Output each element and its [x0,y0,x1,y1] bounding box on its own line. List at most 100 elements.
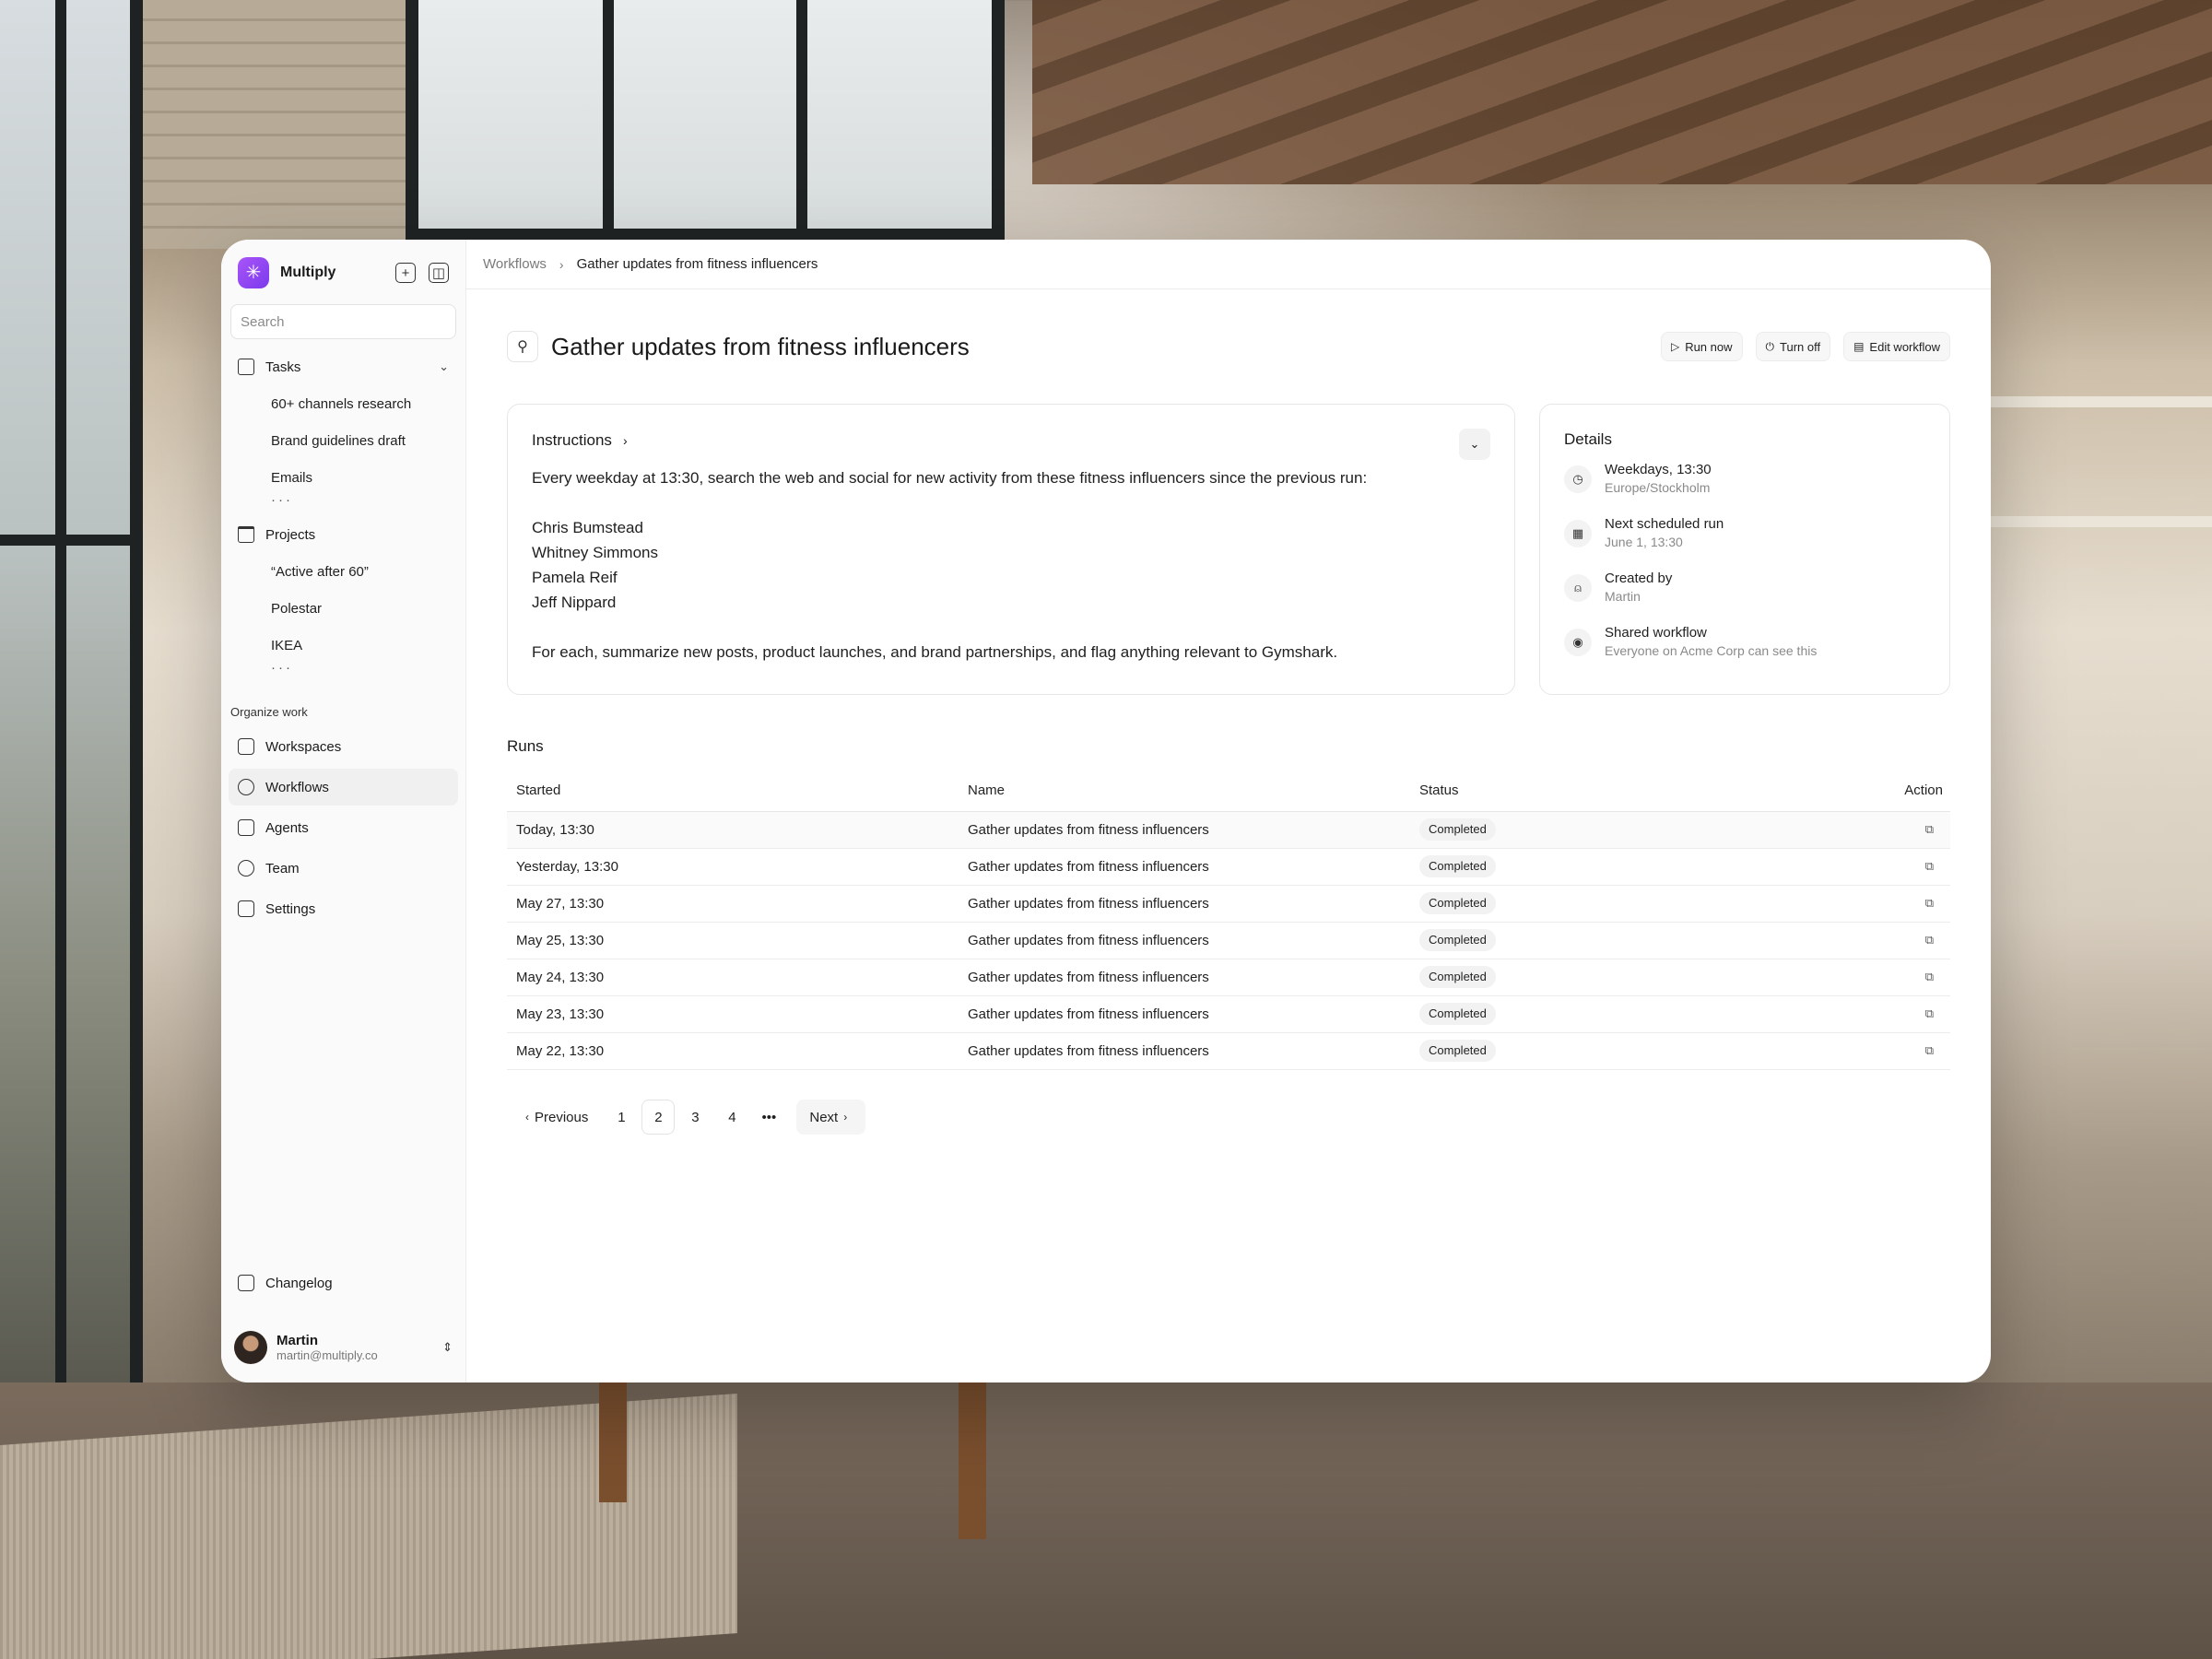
chevron-up-down-icon[interactable]: ⇕ [442,1340,453,1355]
sidebar-item-team[interactable]: Team [229,850,458,887]
tasks-section-toggle[interactable]: Tasks ⌄ [229,348,458,385]
instructions-outro: For each, summarize new posts, product l… [532,643,1338,661]
instructions-body: Every weekday at 13:30, search the web a… [532,465,1490,665]
sidebar-item-agents[interactable]: Agents [229,809,458,846]
breadcrumb-workflows-link[interactable]: Workflows [483,256,547,272]
next-label: Next [809,1109,839,1125]
sidebar-item-settings[interactable]: Settings [229,890,458,927]
details-card: Details ◷ Weekdays, 13:30 Europe/Stockho… [1539,404,1950,695]
search-box[interactable] [230,304,456,339]
task-item[interactable]: Emails [229,459,458,496]
pagination: ‹ Previous 1 2 3 4 ••• Next › [507,1099,869,1135]
table-row[interactable]: Today, 13:30 Gather updates from fitness… [507,811,1950,849]
instructions-header[interactable]: Instructions › [532,427,1490,454]
breadcrumb: Workflows › Gather updates from fitness … [466,240,1991,289]
projects-more[interactable]: ··· [229,661,458,684]
projects-section-toggle[interactable]: Projects [229,516,458,553]
project-item[interactable]: IKEA [229,627,458,664]
workspaces-icon [238,738,254,755]
open-run-icon[interactable]: ⧉ [1797,885,1950,923]
influencer-item: Jeff Nippard [532,594,617,611]
chevron-down-icon[interactable]: ⌄ [439,359,449,374]
table-row[interactable]: Yesterday, 13:30 Gather updates from fit… [507,848,1950,886]
turn-off-button[interactable]: ⏻ Turn off [1755,332,1831,361]
user-menu[interactable]: Martin martin@multiply.co ⇕ [234,1329,453,1366]
previous-page-button[interactable]: ‹ Previous [507,1100,601,1135]
status-badge: Completed [1419,1040,1496,1062]
table-row[interactable]: May 25, 13:30 Gather updates from fitnes… [507,922,1950,959]
run-status-cell: Completed [1410,922,1797,959]
open-run-icon[interactable]: ⧉ [1797,1032,1950,1070]
status-badge: Completed [1419,892,1496,914]
table-row[interactable]: May 23, 13:30 Gather updates from fitnes… [507,995,1950,1033]
open-run-icon[interactable]: ⧉ [1797,848,1950,886]
tasks-more[interactable]: ··· [229,493,458,516]
status-badge: Completed [1419,818,1496,841]
chevron-right-icon: › [559,256,564,272]
sidebar-item-workflows[interactable]: Workflows [229,769,458,806]
next-page-button[interactable]: Next › [796,1100,866,1135]
open-run-icon[interactable]: ⧉ [1797,959,1950,996]
edit-workflow-label: Edit workflow [1869,339,1940,354]
search-input[interactable] [241,313,446,330]
status-badge: Completed [1419,929,1496,951]
page-title: Gather updates from fitness influencers [551,332,970,360]
multiply-logo-icon: ✳ [238,257,269,288]
eye-icon: ◉ [1564,629,1592,656]
column-status[interactable]: Status [1410,771,1797,812]
run-started: May 25, 13:30 [507,922,959,959]
page-2-button[interactable]: 2 [641,1100,676,1135]
workflow-icon [238,779,254,795]
detail-main: Weekdays, 13:30 [1605,462,1712,477]
run-now-label: Run now [1685,339,1733,354]
status-badge: Completed [1419,855,1496,877]
influencer-item: Whitney Simmons [532,544,658,561]
project-item[interactable]: “Active after 60” [229,553,458,590]
task-item[interactable]: 60+ channels research [229,385,458,422]
sidebar-item-changelog[interactable]: Changelog [229,1265,458,1301]
sidebar-item-workspaces[interactable]: Workspaces [229,728,458,765]
organize-work-label: Organize work [230,704,308,719]
column-name[interactable]: Name [959,771,1410,812]
run-name: Gather updates from fitness influencers [959,959,1410,996]
runs-table: Started Name Status Action Today, 13:30 … [507,771,1950,1070]
open-run-icon[interactable]: ⧉ [1797,811,1950,849]
run-now-button[interactable]: ▷ Run now [1660,332,1743,361]
sidebar: ✳ Multiply + ◫ Tasks ⌄ 60+ channels rese… [221,240,466,1382]
user-icon: ⍝ [1564,574,1592,602]
avatar [234,1331,267,1364]
run-started: Yesterday, 13:30 [507,848,959,886]
toggle-sidebar-icon[interactable]: ◫ [429,263,449,283]
column-started[interactable]: Started [507,771,959,812]
influencer-item: Pamela Reif [532,569,618,586]
page-4-button[interactable]: 4 [715,1100,748,1135]
detail-schedule: ◷ Weekdays, 13:30 Europe/Stockholm [1564,462,1925,516]
sidebar-item-label: Changelog [265,1275,333,1291]
table-row[interactable]: May 27, 13:30 Gather updates from fitnes… [507,885,1950,923]
chevron-down-icon: ⌄ [1469,437,1480,451]
open-run-icon[interactable]: ⧉ [1797,995,1950,1033]
play-icon: ▷ [1670,340,1680,353]
task-item[interactable]: Brand guidelines draft [229,422,458,459]
page-1-button[interactable]: 1 [605,1100,638,1135]
project-item[interactable]: Polestar [229,590,458,627]
edit-icon: ▤ [1853,340,1865,353]
detail-created-by: ⍝ Created by Martin [1564,571,1925,625]
more-pages-ellipsis[interactable]: ••• [752,1100,785,1135]
run-status-cell: Completed [1410,885,1797,923]
page-header: ⚲ Gather updates from fitness influencer… [507,328,1950,365]
open-run-icon[interactable]: ⧉ [1797,922,1950,959]
sidebar-item-label: Agents [265,819,309,836]
collapse-instructions-button[interactable]: ⌄ [1459,429,1490,460]
new-item-icon[interactable]: + [395,263,416,283]
status-badge: Completed [1419,1003,1496,1025]
table-row[interactable]: May 22, 13:30 Gather updates from fitnes… [507,1032,1950,1070]
app-name: Multiply [280,265,336,280]
background-brick-wall [143,0,410,249]
page-3-button[interactable]: 3 [678,1100,712,1135]
power-icon: ⏻ [1765,339,1775,353]
background-window-top [406,0,1005,241]
table-row[interactable]: May 24, 13:30 Gather updates from fitnes… [507,959,1950,996]
edit-workflow-button[interactable]: ▤ Edit workflow [1843,332,1950,361]
background-table-leg [959,1382,986,1539]
